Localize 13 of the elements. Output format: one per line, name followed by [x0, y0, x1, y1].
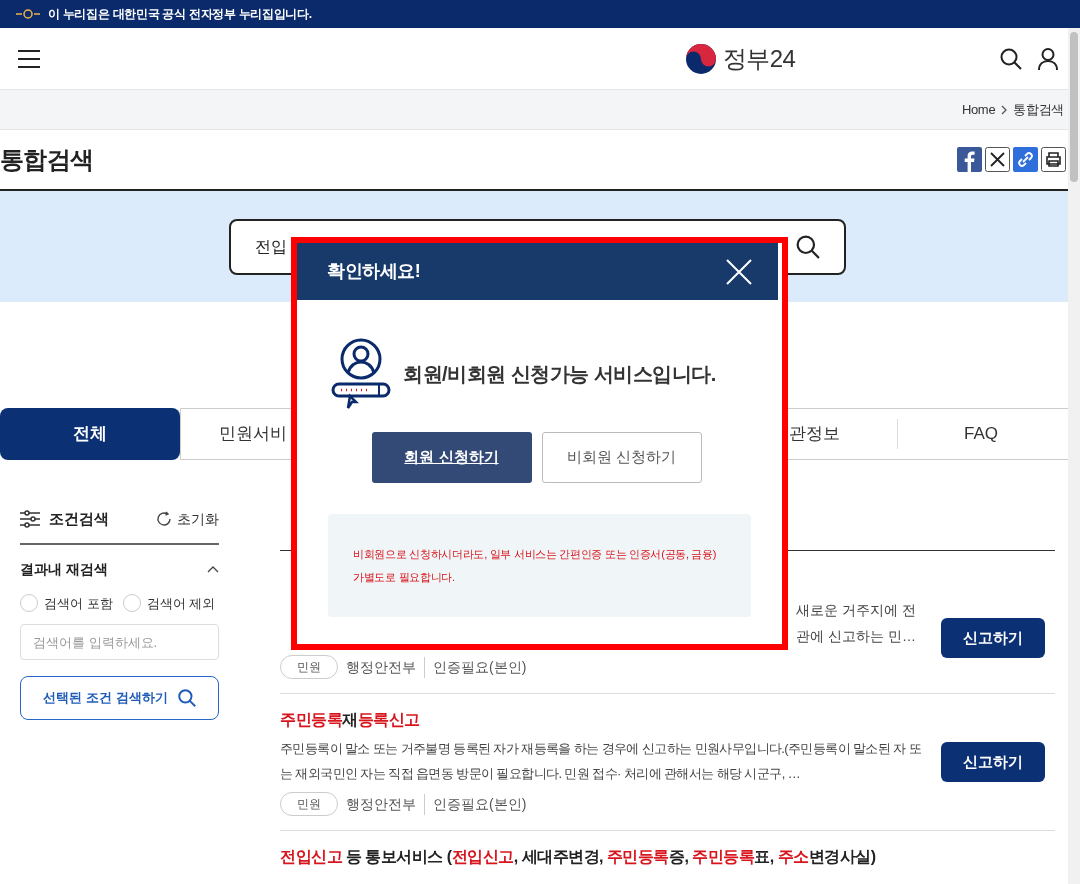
agency-text: 행정안전부	[346, 657, 416, 677]
auth-text: 인증필요(본인)	[424, 793, 527, 815]
page-title: 통합검색	[0, 144, 94, 175]
notice-text: 비회원으로 신청하시더라도, 일부 서비스는 간편인증 또는 인증서(공동, 금융) 가별도로 필요합니다.	[353, 546, 718, 585]
filter-title: 조건검색	[49, 509, 109, 529]
auth-text: 인증필요(본인)	[424, 656, 527, 678]
modal-message: 회원/비회원 신청가능 서비스입니다.	[403, 362, 716, 387]
result-description: 주민등록이 말소 또는 거주불명 등록된 자가 재등록을 하는 경우에 신고하는 민원사무입니다.(주민등록이 말소된 자 또는 재외국민인 자는 직접 읍면동 방문이 필요합니다. 민원 접수· 처리에 관해서는 해당 시군구, …	[280, 740, 923, 783]
agency-text: 행정안전부	[346, 794, 416, 814]
result-description: 새로운 거주지에 전	[796, 601, 916, 620]
result-description: 관에 신고하는 민…	[796, 627, 916, 646]
gov-banner-text: 이 누리집은 대한민국 공식 전자정부 누리집입니다.	[48, 6, 312, 23]
modal-title: 확인하세요!	[327, 260, 421, 283]
